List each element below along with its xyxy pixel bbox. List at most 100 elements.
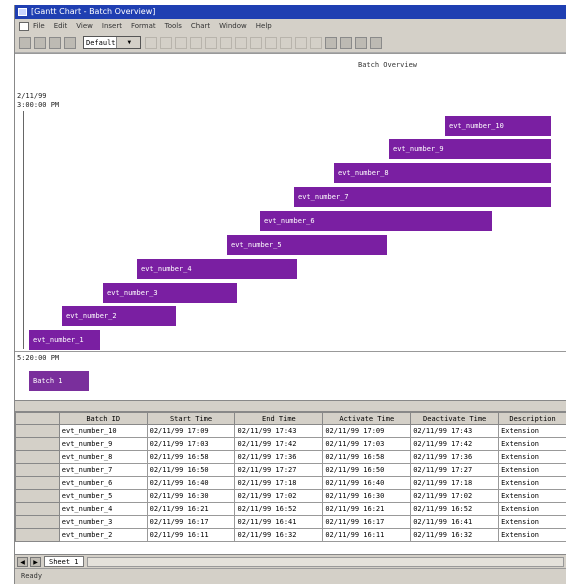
table-cell[interactable]: Extension [498, 476, 566, 490]
table-icon[interactable] [370, 36, 382, 49]
table-cell[interactable]: 02/11/99 16:50 [322, 463, 412, 477]
table-cell[interactable]: 02/11/99 16:40 [146, 476, 236, 490]
table-cell[interactable]: 02/11/99 17:02 [410, 489, 500, 503]
row-header[interactable] [15, 489, 60, 503]
gantt-bar-evt-1[interactable]: evt_number_1 [29, 330, 100, 350]
cut-icon[interactable] [145, 36, 157, 49]
corner-header[interactable] [15, 412, 60, 425]
row-header[interactable] [15, 502, 60, 516]
table-cell[interactable]: Extension [498, 437, 566, 451]
table-row[interactable]: evt_number_4 02/11/99 16:21 02/11/99 16:52… [15, 502, 566, 516]
table-cell[interactable]: evt_number_3 [58, 515, 148, 529]
filter-icon[interactable] [295, 36, 307, 49]
sort-icon[interactable] [310, 36, 322, 49]
redo-icon[interactable] [205, 36, 217, 49]
row-header[interactable] [15, 437, 60, 451]
column-header[interactable]: Batch ID [58, 412, 148, 425]
table-cell[interactable]: evt_number_10 [58, 424, 148, 438]
table-cell[interactable]: Extension [498, 450, 566, 464]
pane-splitter[interactable] [15, 400, 566, 412]
menu-help[interactable]: Help [256, 22, 272, 30]
properties-icon[interactable] [325, 36, 337, 49]
table-cell[interactable]: 02/11/99 17:09 [322, 424, 412, 438]
row-header[interactable] [15, 424, 60, 438]
table-cell[interactable]: 02/11/99 16:41 [234, 515, 324, 529]
menu-format[interactable]: Format [131, 22, 156, 30]
table-cell[interactable]: 02/11/99 16:52 [410, 502, 500, 516]
row-header[interactable] [15, 476, 60, 490]
row-header[interactable] [15, 463, 60, 477]
table-cell[interactable]: 02/11/99 16:30 [322, 489, 412, 503]
print-icon[interactable] [64, 36, 76, 49]
table-cell[interactable]: 02/11/99 17:09 [146, 424, 236, 438]
table-cell[interactable]: 02/11/99 16:17 [322, 515, 412, 529]
gantt-bar-evt-9[interactable]: evt_number_9 [389, 139, 551, 159]
table-cell[interactable]: 02/11/99 16:21 [146, 502, 236, 516]
link-icon[interactable] [280, 36, 292, 49]
table-cell[interactable]: Extension [498, 528, 566, 542]
table-cell[interactable]: 02/11/99 17:36 [234, 450, 324, 464]
table-cell[interactable]: 02/11/99 17:02 [234, 489, 324, 503]
table-cell[interactable]: 02/11/99 16:21 [322, 502, 412, 516]
menu-window[interactable]: Window [219, 22, 247, 30]
table-row[interactable]: evt_number_2 02/11/99 16:11 02/11/99 16:32… [15, 528, 566, 542]
zoom-select[interactable]: Default ▼ [83, 36, 141, 49]
gantt-bar-evt-10[interactable]: evt_number_10 [445, 116, 551, 136]
table-cell[interactable]: evt_number_2 [58, 528, 148, 542]
table-cell[interactable]: 02/11/99 17:03 [146, 437, 236, 451]
table-cell[interactable]: 02/11/99 16:17 [146, 515, 236, 529]
chevron-down-icon[interactable]: ▼ [115, 37, 140, 48]
menu-file[interactable]: File [33, 22, 45, 30]
table-cell[interactable]: Extension [498, 502, 566, 516]
table-cell[interactable]: 02/11/99 16:11 [146, 528, 236, 542]
gantt-bar-evt-3[interactable]: evt_number_3 [103, 283, 237, 303]
gantt-bar-batch[interactable]: Batch 1 [29, 371, 89, 391]
zoom-in-icon[interactable] [235, 36, 247, 49]
table-row[interactable]: evt_number_7 02/11/99 16:50 02/11/99 17:27… [15, 463, 566, 477]
table-row[interactable]: evt_number_6 02/11/99 16:40 02/11/99 17:18… [15, 476, 566, 490]
table-cell[interactable]: 02/11/99 16:41 [410, 515, 500, 529]
table-cell[interactable]: 02/11/99 16:58 [146, 450, 236, 464]
zoom-out-icon[interactable] [250, 36, 262, 49]
table-cell[interactable]: 02/11/99 16:30 [146, 489, 236, 503]
gantt-bar-evt-5[interactable]: evt_number_5 [227, 235, 387, 255]
column-header[interactable]: Description [498, 412, 566, 425]
table-cell[interactable]: 02/11/99 17:18 [234, 476, 324, 490]
table-cell[interactable]: Extension [498, 424, 566, 438]
document-icon[interactable] [19, 21, 29, 31]
column-header[interactable]: End Time [234, 412, 324, 425]
first-sheet-icon[interactable]: ◀ [17, 556, 28, 567]
menu-view[interactable]: View [76, 22, 93, 30]
undo-icon[interactable] [190, 36, 202, 49]
menu-edit[interactable]: Edit [54, 22, 68, 30]
gantt-bar-evt-4[interactable]: evt_number_4 [137, 259, 297, 279]
menu-insert[interactable]: Insert [102, 22, 122, 30]
last-sheet-icon[interactable]: ▶ [30, 556, 41, 567]
table-cell[interactable]: evt_number_9 [58, 437, 148, 451]
table-cell[interactable]: Extension [498, 463, 566, 477]
copy-icon[interactable] [160, 36, 172, 49]
table-cell[interactable]: Extension [498, 515, 566, 529]
table-cell[interactable]: 02/11/99 16:40 [322, 476, 412, 490]
table-row[interactable]: evt_number_3 02/11/99 16:17 02/11/99 16:41… [15, 515, 566, 529]
column-header[interactable]: Start Time [146, 412, 236, 425]
gantt-bar-evt-6[interactable]: evt_number_6 [260, 211, 492, 231]
table-cell[interactable]: 02/11/99 16:58 [322, 450, 412, 464]
table-cell[interactable]: 02/11/99 16:32 [410, 528, 500, 542]
gantt-bar-evt-2[interactable]: evt_number_2 [62, 306, 176, 326]
table-cell[interactable]: evt_number_4 [58, 502, 148, 516]
table-cell[interactable]: evt_number_7 [58, 463, 148, 477]
table-cell[interactable]: 02/11/99 17:03 [322, 437, 412, 451]
table-row[interactable]: evt_number_5 02/11/99 16:30 02/11/99 17:02… [15, 489, 566, 503]
table-cell[interactable]: 02/11/99 17:36 [410, 450, 500, 464]
table-cell[interactable]: 02/11/99 17:43 [234, 424, 324, 438]
table-cell[interactable]: 02/11/99 17:27 [234, 463, 324, 477]
table-cell[interactable]: evt_number_6 [58, 476, 148, 490]
sheet-tab[interactable]: Sheet 1 [44, 556, 84, 567]
chart-icon[interactable] [355, 36, 367, 49]
table-cell[interactable]: 02/11/99 17:42 [234, 437, 324, 451]
gantt-bar-evt-8[interactable]: evt_number_8 [334, 163, 551, 183]
menu-tools[interactable]: Tools [165, 22, 182, 30]
table-row[interactable]: evt_number_8 02/11/99 16:58 02/11/99 17:36… [15, 450, 566, 464]
cursor-icon[interactable] [265, 36, 277, 49]
